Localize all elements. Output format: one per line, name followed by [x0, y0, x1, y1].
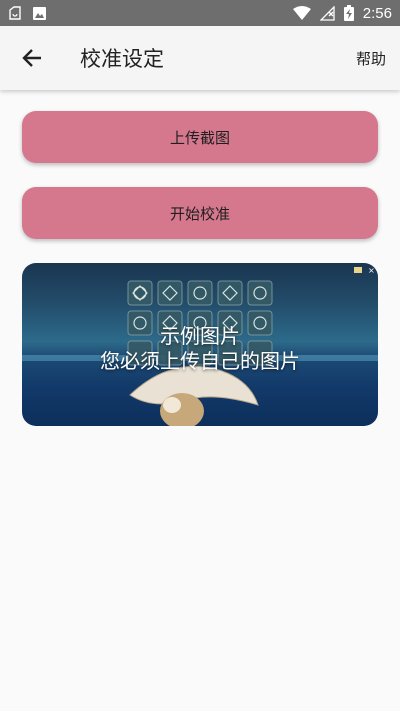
status-bar: 2:56 [0, 0, 400, 26]
page-title: 校准设定 [80, 47, 164, 71]
battery-charging-icon [343, 5, 354, 21]
app-bar: 校准设定 帮助 [0, 26, 400, 90]
sample-image: × 示例图片 您必须上传自己的图片 [22, 263, 378, 426]
sync-icon [8, 6, 22, 20]
back-button[interactable] [12, 38, 52, 78]
upload-screenshot-button[interactable]: 上传截图 [22, 111, 378, 163]
signal-icon [319, 5, 335, 21]
status-time: 2:56 [362, 4, 392, 22]
arrow-back-icon [22, 49, 41, 67]
wifi-icon [292, 6, 311, 20]
sample-caption-note: 您必须上传自己的图片 [100, 349, 300, 373]
image-icon [32, 6, 47, 21]
svg-text:×: × [368, 266, 375, 275]
help-button[interactable]: 帮助 [356, 48, 386, 69]
start-calibration-button[interactable]: 开始校准 [22, 187, 378, 239]
